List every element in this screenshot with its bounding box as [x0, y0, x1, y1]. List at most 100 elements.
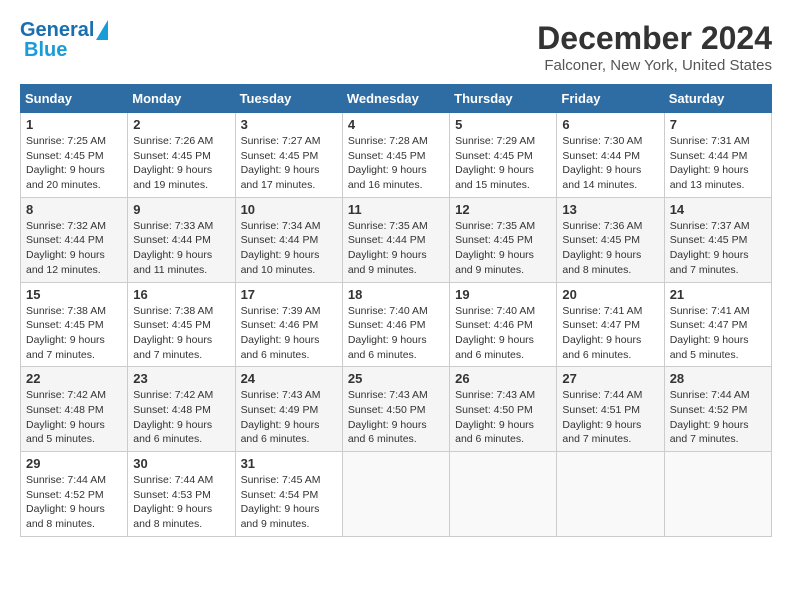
table-row: 17Sunrise: 7:39 AMSunset: 4:46 PMDayligh…: [235, 282, 342, 367]
day-number: 15: [26, 287, 122, 302]
table-row: 29 Sunrise: 7:44 AMSunset: 4:52 PMDayligh…: [21, 452, 128, 537]
day-info: Sunrise: 7:44 AMSunset: 4:53 PMDaylight:…: [133, 473, 229, 532]
logo-general: General: [20, 20, 94, 40]
table-row: 3 Sunrise: 7:27 AMSunset: 4:45 PMDaylight…: [235, 113, 342, 198]
day-info: Sunrise: 7:31 AMSunset: 4:44 PMDaylight:…: [670, 134, 766, 193]
day-number: 2: [133, 117, 229, 132]
main-title: December 2024: [537, 20, 772, 57]
day-number: 7: [670, 117, 766, 132]
day-number: 24: [241, 371, 337, 386]
day-number: 9: [133, 202, 229, 217]
day-info: Sunrise: 7:44 AMSunset: 4:52 PMDaylight:…: [670, 388, 766, 447]
day-number: 20: [562, 287, 658, 302]
table-row: 2 Sunrise: 7:26 AMSunset: 4:45 PMDaylight…: [128, 113, 235, 198]
table-row: 9 Sunrise: 7:33 AMSunset: 4:44 PMDaylight…: [128, 197, 235, 282]
day-info: Sunrise: 7:38 AMSunset: 4:45 PMDaylight:…: [133, 304, 229, 363]
day-number: 23: [133, 371, 229, 386]
day-info: Sunrise: 7:30 AMSunset: 4:44 PMDaylight:…: [562, 134, 658, 193]
table-row: 4Sunrise: 7:28 AMSunset: 4:45 PMDaylight…: [342, 113, 449, 198]
table-row: 6Sunrise: 7:30 AMSunset: 4:44 PMDaylight…: [557, 113, 664, 198]
day-number: 30: [133, 456, 229, 471]
col-tuesday: Tuesday: [235, 85, 342, 113]
table-row: [450, 452, 557, 537]
table-row: 10Sunrise: 7:34 AMSunset: 4:44 PMDayligh…: [235, 197, 342, 282]
day-info: Sunrise: 7:29 AMSunset: 4:45 PMDaylight:…: [455, 134, 551, 193]
calendar-week-row: 29 Sunrise: 7:44 AMSunset: 4:52 PMDayligh…: [21, 452, 772, 537]
day-number: 12: [455, 202, 551, 217]
day-info: Sunrise: 7:36 AMSunset: 4:45 PMDaylight:…: [562, 219, 658, 278]
table-row: 5 Sunrise: 7:29 AMSunset: 4:45 PMDaylight…: [450, 113, 557, 198]
table-row: 7 Sunrise: 7:31 AMSunset: 4:44 PMDaylight…: [664, 113, 771, 198]
day-number: 10: [241, 202, 337, 217]
day-info: Sunrise: 7:43 AMSunset: 4:49 PMDaylight:…: [241, 388, 337, 447]
day-info: Sunrise: 7:43 AMSunset: 4:50 PMDaylight:…: [348, 388, 444, 447]
calendar-week-row: 8Sunrise: 7:32 AMSunset: 4:44 PMDaylight…: [21, 197, 772, 282]
col-thursday: Thursday: [450, 85, 557, 113]
col-monday: Monday: [128, 85, 235, 113]
day-info: Sunrise: 7:44 AMSunset: 4:52 PMDaylight:…: [26, 473, 122, 532]
table-row: [664, 452, 771, 537]
subtitle: Falconer, New York, United States: [537, 57, 772, 74]
logo: General Blue: [20, 20, 108, 60]
table-row: 16Sunrise: 7:38 AMSunset: 4:45 PMDayligh…: [128, 282, 235, 367]
table-row: 1 Sunrise: 7:25 AMSunset: 4:45 PMDaylight…: [21, 113, 128, 198]
table-row: 15 Sunrise: 7:38 AMSunset: 4:45 PMDayligh…: [21, 282, 128, 367]
day-info: Sunrise: 7:45 AMSunset: 4:54 PMDaylight:…: [241, 473, 337, 532]
day-info: Sunrise: 7:35 AMSunset: 4:44 PMDaylight:…: [348, 219, 444, 278]
day-info: Sunrise: 7:37 AMSunset: 4:45 PMDaylight:…: [670, 219, 766, 278]
table-row: 25 Sunrise: 7:43 AMSunset: 4:50 PMDayligh…: [342, 367, 449, 452]
day-info: Sunrise: 7:44 AMSunset: 4:51 PMDaylight:…: [562, 388, 658, 447]
day-info: Sunrise: 7:38 AMSunset: 4:45 PMDaylight:…: [26, 304, 122, 363]
day-number: 25: [348, 371, 444, 386]
day-number: 28: [670, 371, 766, 386]
day-info: Sunrise: 7:25 AMSunset: 4:45 PMDaylight:…: [26, 134, 122, 193]
table-row: 23Sunrise: 7:42 AMSunset: 4:48 PMDayligh…: [128, 367, 235, 452]
calendar-table: Sunday Monday Tuesday Wednesday Thursday…: [20, 84, 772, 537]
table-row: 27Sunrise: 7:44 AMSunset: 4:51 PMDayligh…: [557, 367, 664, 452]
day-info: Sunrise: 7:43 AMSunset: 4:50 PMDaylight:…: [455, 388, 551, 447]
table-row: 11 Sunrise: 7:35 AMSunset: 4:44 PMDayligh…: [342, 197, 449, 282]
day-info: Sunrise: 7:28 AMSunset: 4:45 PMDaylight:…: [348, 134, 444, 193]
day-number: 5: [455, 117, 551, 132]
day-number: 14: [670, 202, 766, 217]
day-info: Sunrise: 7:41 AMSunset: 4:47 PMDaylight:…: [562, 304, 658, 363]
table-row: [342, 452, 449, 537]
day-number: 26: [455, 371, 551, 386]
calendar-week-row: 22 Sunrise: 7:42 AMSunset: 4:48 PMDayligh…: [21, 367, 772, 452]
table-row: 18 Sunrise: 7:40 AMSunset: 4:46 PMDayligh…: [342, 282, 449, 367]
day-info: Sunrise: 7:26 AMSunset: 4:45 PMDaylight:…: [133, 134, 229, 193]
table-row: 14 Sunrise: 7:37 AMSunset: 4:45 PMDayligh…: [664, 197, 771, 282]
day-number: 19: [455, 287, 551, 302]
col-sunday: Sunday: [21, 85, 128, 113]
day-number: 22: [26, 371, 122, 386]
title-block: December 2024 Falconer, New York, United…: [537, 20, 772, 74]
day-number: 3: [241, 117, 337, 132]
table-row: 24 Sunrise: 7:43 AMSunset: 4:49 PMDayligh…: [235, 367, 342, 452]
table-row: 19Sunrise: 7:40 AMSunset: 4:46 PMDayligh…: [450, 282, 557, 367]
day-info: Sunrise: 7:40 AMSunset: 4:46 PMDaylight:…: [348, 304, 444, 363]
page-header: General Blue December 2024 Falconer, New…: [20, 20, 772, 74]
day-number: 29: [26, 456, 122, 471]
day-number: 21: [670, 287, 766, 302]
calendar-week-row: 15 Sunrise: 7:38 AMSunset: 4:45 PMDayligh…: [21, 282, 772, 367]
table-row: 30 Sunrise: 7:44 AMSunset: 4:53 PMDayligh…: [128, 452, 235, 537]
table-row: 20 Sunrise: 7:41 AMSunset: 4:47 PMDayligh…: [557, 282, 664, 367]
day-info: Sunrise: 7:41 AMSunset: 4:47 PMDaylight:…: [670, 304, 766, 363]
table-row: 13 Sunrise: 7:36 AMSunset: 4:45 PMDayligh…: [557, 197, 664, 282]
day-info: Sunrise: 7:27 AMSunset: 4:45 PMDaylight:…: [241, 134, 337, 193]
day-number: 1: [26, 117, 122, 132]
table-row: 8Sunrise: 7:32 AMSunset: 4:44 PMDaylight…: [21, 197, 128, 282]
day-info: Sunrise: 7:33 AMSunset: 4:44 PMDaylight:…: [133, 219, 229, 278]
day-number: 11: [348, 202, 444, 217]
calendar-header-row: Sunday Monday Tuesday Wednesday Thursday…: [21, 85, 772, 113]
day-info: Sunrise: 7:42 AMSunset: 4:48 PMDaylight:…: [26, 388, 122, 447]
table-row: 12 Sunrise: 7:35 AMSunset: 4:45 PMDayligh…: [450, 197, 557, 282]
col-wednesday: Wednesday: [342, 85, 449, 113]
day-number: 31: [241, 456, 337, 471]
day-number: 8: [26, 202, 122, 217]
table-row: 21 Sunrise: 7:41 AMSunset: 4:47 PMDayligh…: [664, 282, 771, 367]
day-info: Sunrise: 7:35 AMSunset: 4:45 PMDaylight:…: [455, 219, 551, 278]
day-number: 13: [562, 202, 658, 217]
table-row: [557, 452, 664, 537]
day-number: 18: [348, 287, 444, 302]
